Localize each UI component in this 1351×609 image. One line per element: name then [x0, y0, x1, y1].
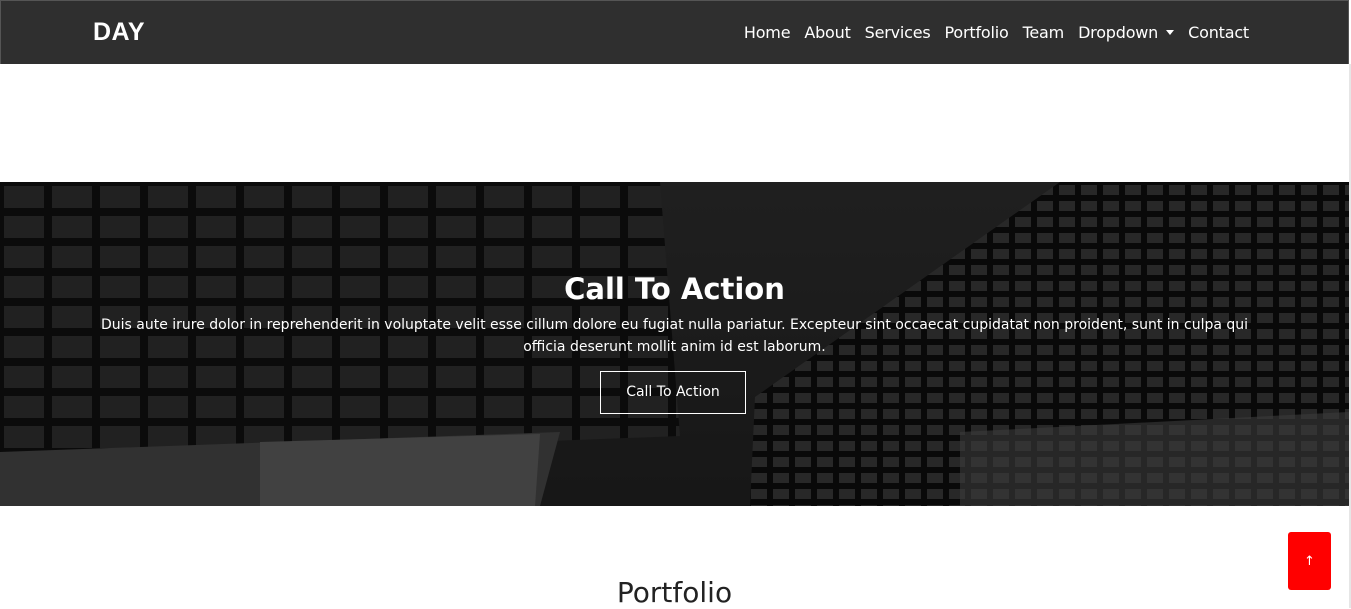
nav-dropdown-label: Dropdown — [1078, 23, 1159, 42]
nav-contact-label: Contact — [1188, 23, 1249, 42]
nav-team[interactable]: Team — [1023, 23, 1065, 42]
nav-contact[interactable]: Contact — [1188, 23, 1249, 42]
portfolio-section-title: Portfolio — [616, 576, 733, 609]
call-to-action-button[interactable]: Call To Action — [600, 371, 746, 414]
nav-about[interactable]: About — [804, 23, 851, 42]
nav-portfolio-label: Portfolio — [944, 23, 1009, 42]
nav-about-label: About — [804, 23, 851, 42]
logo[interactable]: DAY — [93, 18, 145, 47]
cta-title: Call To Action — [564, 272, 785, 306]
nav-home[interactable]: Home — [743, 23, 791, 42]
cta-description: Duis aute irure dolor in reprehenderit i… — [100, 317, 1249, 355]
nav-services[interactable]: Services — [865, 23, 931, 42]
arrow-up-icon: ↑ — [1304, 553, 1315, 569]
nav-services-label: Services — [864, 23, 931, 42]
chevron-down-icon — [1166, 30, 1175, 35]
nav-team-label: Team — [1022, 23, 1065, 42]
nav-home-label: Home — [743, 23, 791, 42]
call-to-action-section: Call To Action Duis aute irure dolor in … — [0, 182, 1349, 506]
back-to-top-button[interactable]: ↑ — [1288, 532, 1331, 590]
main-nav: Home About Services Portfolio Team Dropd… — [730, 23, 1249, 42]
nav-dropdown[interactable]: Dropdown — [1078, 23, 1175, 42]
nav-portfolio[interactable]: Portfolio — [945, 23, 1009, 42]
site-header: DAY Home About Services Portfolio Team D… — [0, 0, 1349, 64]
